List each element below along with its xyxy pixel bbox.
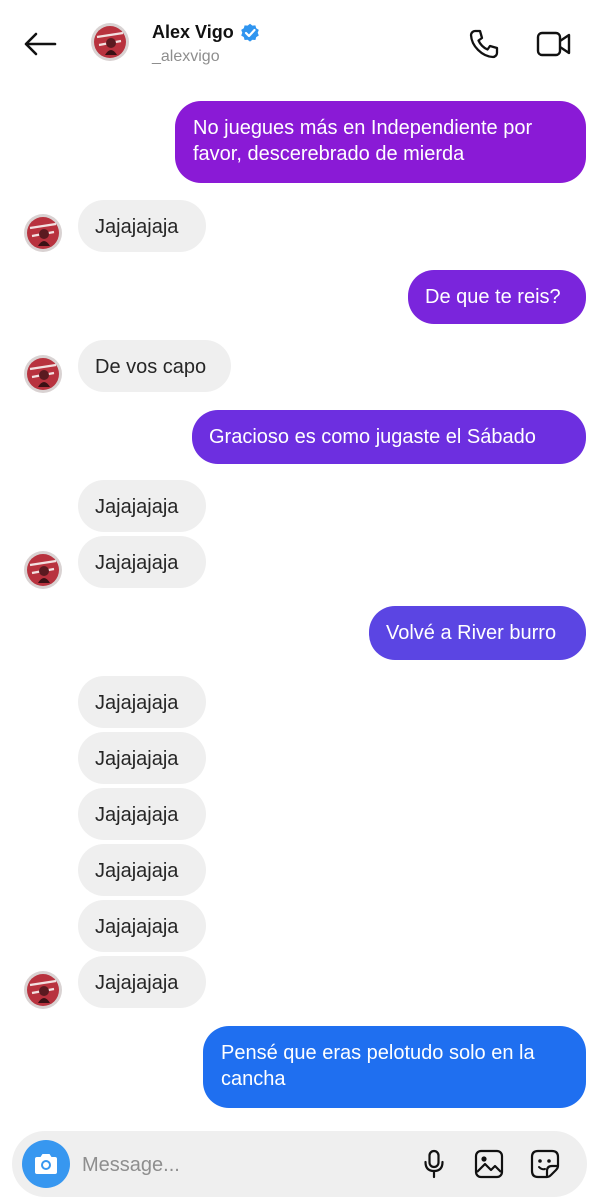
contact-username: _alexvigo bbox=[152, 48, 220, 65]
message-text-line: Pensé que eras pelotudo solo en la bbox=[221, 1042, 535, 1064]
received-message-bubble[interactable]: Jajajajaja bbox=[78, 844, 206, 896]
message-text: De vos capo bbox=[95, 356, 207, 378]
back-button[interactable] bbox=[20, 24, 60, 64]
sent-message-bubble[interactable]: De que te reis? bbox=[408, 270, 586, 324]
message-text: Jajajajaja bbox=[95, 692, 179, 714]
received-message-bubble[interactable]: Jajajajaja bbox=[78, 732, 206, 784]
received-message-bubble[interactable]: Jajajajaja bbox=[78, 676, 206, 728]
phone-icon bbox=[469, 29, 499, 59]
received-message-bubble[interactable]: De vos capo bbox=[78, 340, 231, 392]
video-call-button[interactable] bbox=[534, 26, 574, 62]
contact-avatar[interactable] bbox=[24, 551, 62, 589]
received-message-bubble[interactable]: Jajajajaja bbox=[78, 536, 206, 588]
image-gallery-icon bbox=[474, 1149, 504, 1179]
sticker-button[interactable] bbox=[528, 1147, 562, 1181]
message-text: Jajajajaja bbox=[95, 552, 179, 574]
contact-avatar[interactable] bbox=[24, 971, 62, 1009]
received-message-bubble[interactable]: Jajajajaja bbox=[78, 956, 206, 1008]
microphone-icon bbox=[424, 1149, 444, 1179]
gallery-button[interactable] bbox=[472, 1147, 506, 1181]
message-text: Volvé a River burro bbox=[386, 622, 557, 644]
sent-message-bubble[interactable]: Gracioso es como jugaste el Sábado bbox=[192, 410, 586, 464]
contact-avatar[interactable] bbox=[24, 355, 62, 393]
received-message-bubble[interactable]: Jajajajaja bbox=[78, 200, 206, 252]
message-composer bbox=[12, 1131, 587, 1197]
message-text: Jajajajaja bbox=[95, 804, 179, 826]
message-text-line: favor, descerebrado de mierda bbox=[193, 143, 465, 165]
message-text: De que te reis? bbox=[425, 286, 561, 308]
message-text: Jajajajaja bbox=[95, 972, 179, 994]
received-message-bubble[interactable]: Jajajajaja bbox=[78, 788, 206, 840]
arrow-left-icon bbox=[24, 32, 57, 56]
chat-header: Alex Vigo _alexvigo bbox=[0, 0, 593, 88]
message-text: Gracioso es como jugaste el Sábado bbox=[209, 426, 536, 448]
message-text: Jajajajaja bbox=[95, 748, 179, 770]
message-input[interactable] bbox=[82, 1152, 382, 1178]
message-text: Jajajajaja bbox=[95, 916, 179, 938]
message-text: Jajajajaja bbox=[95, 860, 179, 882]
sent-message-bubble[interactable]: No juegues más en Independiente por favo… bbox=[175, 101, 586, 183]
received-message-bubble[interactable]: Jajajajaja bbox=[78, 900, 206, 952]
contact-avatar[interactable] bbox=[91, 23, 129, 61]
message-text: Jajajajaja bbox=[95, 496, 179, 518]
camera-button[interactable] bbox=[22, 1140, 70, 1188]
sent-message-bubble[interactable]: Pensé que eras pelotudo solo en la canch… bbox=[203, 1026, 586, 1108]
contact-avatar[interactable] bbox=[24, 214, 62, 252]
contact-name-text: Alex Vigo bbox=[152, 22, 234, 42]
message-text-line: cancha bbox=[221, 1068, 286, 1090]
received-message-bubble[interactable]: Jajajajaja bbox=[78, 480, 206, 532]
verified-badge-icon bbox=[240, 23, 259, 42]
voice-call-button[interactable] bbox=[466, 26, 502, 62]
message-text-line: No juegues más en Independiente por bbox=[193, 117, 533, 139]
message-text: Jajajajaja bbox=[95, 216, 179, 238]
voice-message-button[interactable] bbox=[417, 1147, 451, 1181]
sent-message-bubble[interactable]: Volvé a River burro bbox=[369, 606, 586, 660]
video-camera-icon bbox=[536, 31, 571, 57]
contact-name[interactable]: Alex Vigo bbox=[152, 22, 260, 43]
sticker-icon bbox=[530, 1149, 560, 1179]
camera-icon bbox=[35, 1154, 57, 1174]
